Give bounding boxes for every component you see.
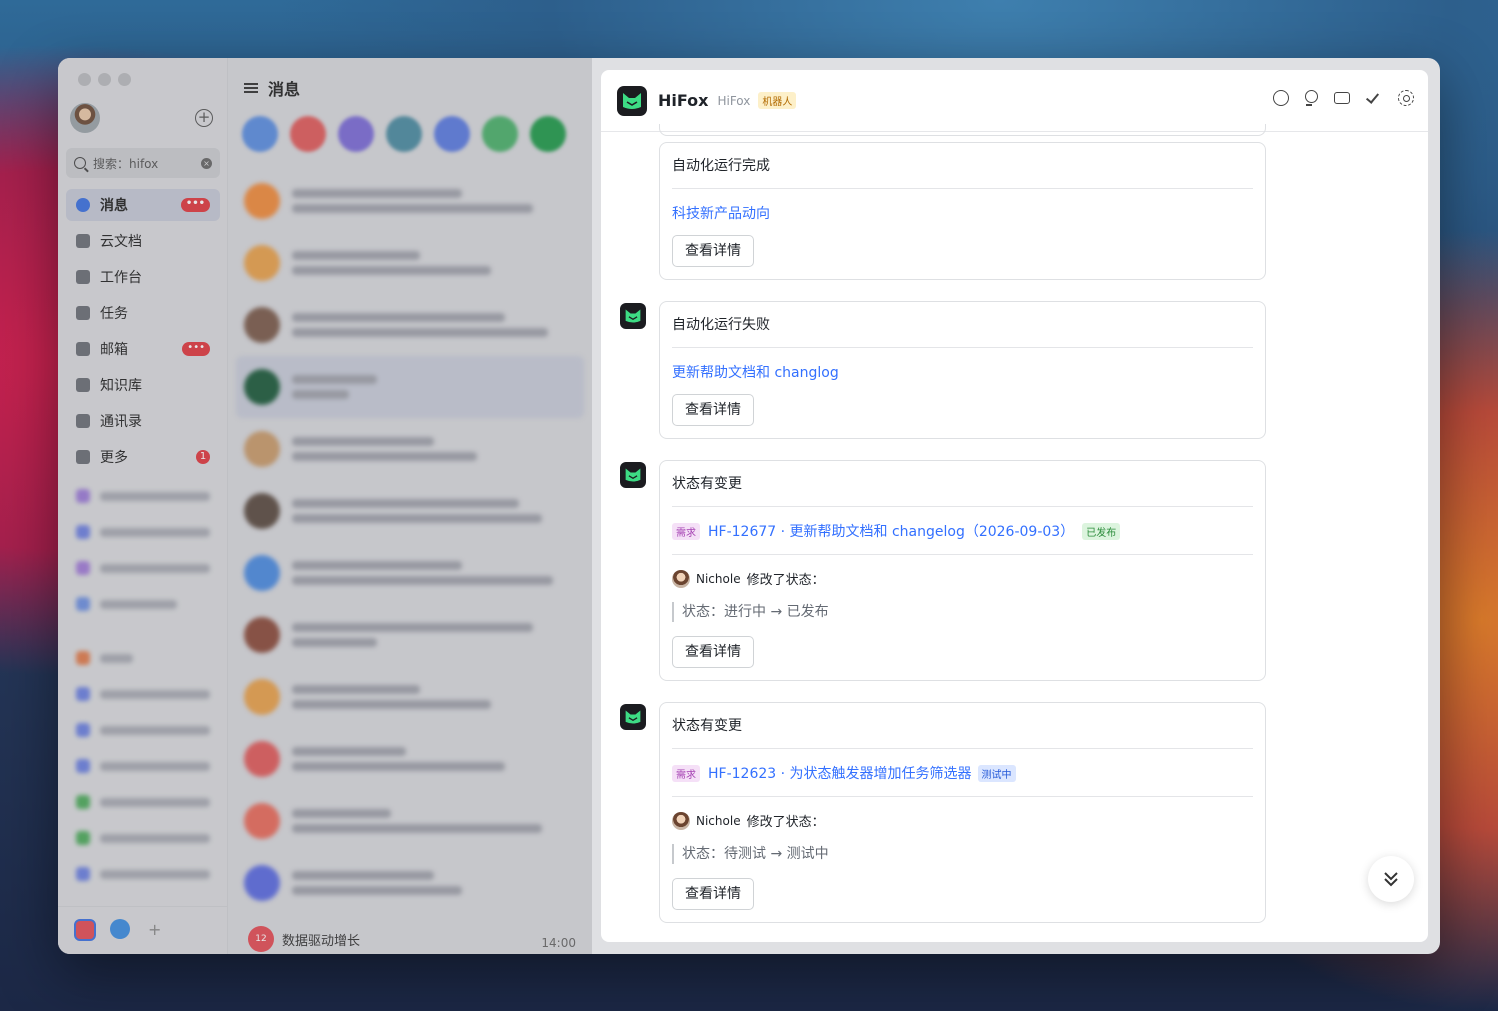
status-badge: 测试中 bbox=[977, 764, 1016, 782]
card-title: 自动化运行完成 bbox=[672, 143, 1253, 189]
view-details-button[interactable]: 查看详情 bbox=[672, 394, 754, 426]
message-card: 状态有变更 需求 HF-12623 · 为状态触发器增加任务筛选器 测试中 Ni… bbox=[659, 702, 1266, 923]
gear-icon[interactable] bbox=[1398, 90, 1414, 106]
card-title: 自动化运行失败 bbox=[672, 302, 1253, 348]
bot-avatar-icon[interactable] bbox=[620, 462, 646, 488]
card-title: 状态有变更 bbox=[672, 703, 1253, 749]
avatar[interactable] bbox=[672, 811, 690, 830]
message-card: 状态有变更 需求 HF-12677 · 更新帮助文档和 changelog（20… bbox=[659, 460, 1266, 681]
status-change: 状态：待测试 → 测试中 bbox=[672, 844, 1253, 864]
message-list: 自动化运行完成 科技新产品动向 查看详情 自动化运行失败 更新帮助文档和 cha… bbox=[601, 124, 1428, 942]
bot-tag: 机器人 bbox=[758, 92, 797, 109]
change-action: 修改了状态： bbox=[746, 815, 825, 830]
card-link[interactable]: 更新帮助文档和 changlog bbox=[672, 348, 1253, 394]
chat-subtitle: HiFox bbox=[717, 93, 751, 108]
dim-overlay bbox=[58, 58, 592, 954]
scroll-to-bottom-button[interactable] bbox=[1368, 856, 1414, 902]
view-details-button[interactable]: 查看详情 bbox=[672, 878, 754, 910]
avatar[interactable] bbox=[672, 569, 690, 588]
app-window: + 搜索：hifox × 消息 ••• 云文档 工作台 任务 邮箱 ••• 知识… bbox=[58, 58, 1440, 954]
message-card: 自动化运行完成 科技新产品动向 查看详情 bbox=[659, 142, 1266, 280]
chat-header: HiFox HiFox 机器人 bbox=[601, 70, 1428, 132]
view-details-button[interactable]: 查看详情 bbox=[672, 235, 754, 267]
chat-history-icon[interactable] bbox=[1273, 90, 1289, 106]
user-name[interactable]: Nichole bbox=[696, 814, 741, 828]
chat-toolbar bbox=[1273, 90, 1414, 106]
status-change: 状态：进行中 → 已发布 bbox=[672, 602, 1253, 622]
change-author: Nichole 修改了状态： bbox=[672, 555, 1253, 598]
previous-card-edge bbox=[659, 124, 1266, 136]
requirement-tag: 需求 bbox=[672, 522, 700, 540]
card-link[interactable]: 科技新产品动向 bbox=[672, 189, 1253, 235]
requirement-row[interactable]: 需求 HF-12623 · 为状态触发器增加任务筛选器 测试中 bbox=[672, 749, 1253, 797]
requirement-link[interactable]: HF-12677 · 更新帮助文档和 changelog（2026-09-03） bbox=[708, 521, 1074, 541]
bot-avatar-icon[interactable] bbox=[620, 704, 646, 730]
requirement-row[interactable]: 需求 HF-12677 · 更新帮助文档和 changelog（2026-09-… bbox=[672, 507, 1253, 555]
change-action: 修改了状态： bbox=[746, 573, 825, 588]
view-details-button[interactable]: 查看详情 bbox=[672, 636, 754, 668]
chat-panel: HiFox HiFox 机器人 自动化运行完成 科技新产品动向 查看详情 自动化… bbox=[601, 70, 1428, 942]
double-chevron-down-icon bbox=[1384, 872, 1398, 887]
checkmark-icon[interactable] bbox=[1366, 90, 1382, 106]
requirement-link[interactable]: HF-12623 · 为状态触发器增加任务筛选器 bbox=[708, 763, 972, 783]
status-badge: 已发布 bbox=[1082, 522, 1121, 540]
add-tab-icon[interactable] bbox=[1334, 92, 1350, 104]
bot-avatar-icon[interactable] bbox=[620, 303, 646, 329]
user-name[interactable]: Nichole bbox=[696, 572, 741, 586]
chat-title: HiFox bbox=[658, 91, 709, 110]
hifox-logo-icon bbox=[617, 85, 647, 116]
change-author: Nichole 修改了状态： bbox=[672, 797, 1253, 840]
search-icon[interactable] bbox=[1305, 90, 1318, 106]
requirement-tag: 需求 bbox=[672, 764, 700, 782]
card-title: 状态有变更 bbox=[672, 461, 1253, 507]
message-card: 自动化运行失败 更新帮助文档和 changlog 查看详情 bbox=[659, 301, 1266, 439]
